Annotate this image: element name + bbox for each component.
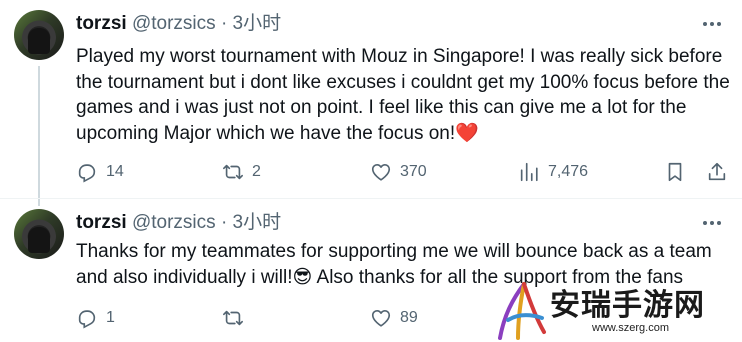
bookmark-button[interactable] (664, 158, 686, 186)
sunglasses-emoji: 😎 (292, 266, 313, 288)
reply-count: 1 (106, 309, 115, 326)
like-button[interactable]: 370 (370, 158, 427, 186)
like-button[interactable]: 89 (370, 304, 418, 332)
timestamp[interactable]: 3小时 (233, 212, 282, 233)
share-button[interactable] (706, 158, 728, 186)
analytics-icon (520, 162, 538, 182)
retweet-count: 2 (252, 163, 261, 180)
red-heart-emoji: ❤️ (455, 122, 479, 144)
retweet-button[interactable] (222, 304, 252, 332)
thread-line (38, 66, 40, 206)
separator-dot: · (220, 13, 228, 34)
tweet-actions: 14 2 370 7,476 (76, 158, 726, 186)
like-count: 370 (400, 163, 427, 180)
reply-button[interactable]: 14 (76, 158, 124, 186)
heart-icon (371, 164, 391, 181)
heart-icon (371, 310, 391, 327)
tweet-header: torzsi @torzsics · 3小时 (76, 12, 281, 36)
tweet-text: Played my worst tournament with Mouz in … (76, 44, 736, 146)
separator-dot: · (220, 212, 228, 233)
more-options-icon[interactable] (698, 14, 726, 34)
user-handle[interactable]: @torzsics (132, 212, 216, 233)
watermark-logo-icon (498, 282, 546, 340)
reply-icon (78, 164, 96, 183)
tweet-header: torzsi @torzsics · 3小时 (76, 211, 281, 235)
user-handle[interactable]: @torzsics (132, 13, 216, 34)
watermark-text: 安瑞手游网 (550, 288, 705, 323)
retweet-icon (223, 310, 243, 326)
timestamp[interactable]: 3小时 (233, 13, 282, 34)
watermark: 安瑞手游网 www.szerg.com (494, 280, 742, 342)
more-options-icon[interactable] (698, 213, 726, 233)
tweet-body: Played my worst tournament with Mouz in … (76, 46, 730, 144)
share-icon (708, 162, 726, 181)
watermark-url: www.szerg.com (592, 322, 670, 334)
avatar[interactable] (14, 209, 64, 259)
retweet-button[interactable]: 2 (222, 158, 261, 186)
view-count: 7,476 (548, 163, 589, 180)
tweet[interactable]: torzsi @torzsics · 3小时 Played my worst t… (0, 0, 742, 206)
display-name[interactable]: torzsi (76, 212, 127, 233)
reply-icon (78, 310, 96, 329)
bookmark-icon (668, 162, 682, 182)
avatar[interactable] (14, 10, 64, 60)
views-button[interactable]: 7,476 (518, 158, 588, 186)
display-name[interactable]: torzsi (76, 13, 127, 34)
like-count: 89 (400, 309, 418, 326)
reply-count: 14 (106, 163, 124, 180)
reply-button[interactable]: 1 (76, 304, 115, 332)
retweet-icon (223, 164, 243, 180)
